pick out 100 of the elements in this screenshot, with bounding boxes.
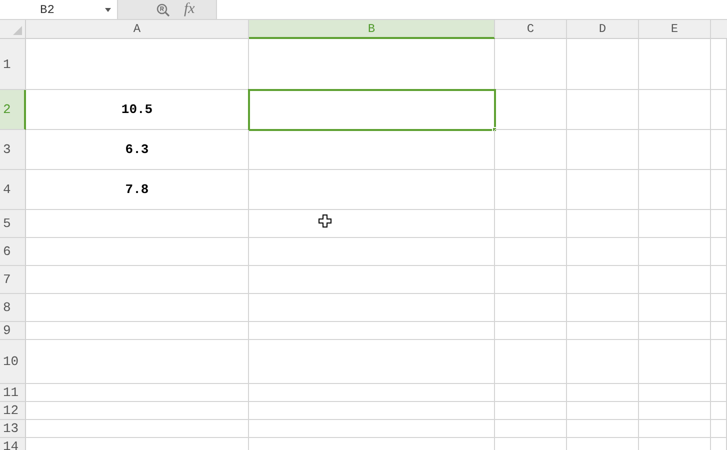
row-header[interactable]: 10 xyxy=(0,340,26,384)
table-cell[interactable] xyxy=(249,402,495,420)
table-cell[interactable] xyxy=(495,170,567,210)
fill-handle[interactable] xyxy=(492,127,497,132)
table-cell[interactable] xyxy=(495,266,567,294)
table-cell[interactable] xyxy=(711,384,727,402)
table-cell[interactable] xyxy=(26,294,249,322)
table-cell[interactable] xyxy=(639,384,711,402)
table-cell[interactable]: 6.3 xyxy=(26,130,249,170)
triangle-icon xyxy=(13,26,22,35)
table-cell[interactable] xyxy=(711,238,727,266)
column-header[interactable] xyxy=(711,20,727,39)
row-header[interactable]: 9 xyxy=(0,322,26,340)
row-header[interactable]: 1 xyxy=(0,39,26,90)
row-header[interactable]: 6 xyxy=(0,238,26,266)
table-cell[interactable] xyxy=(249,322,495,340)
table-cell[interactable] xyxy=(26,402,249,420)
table-cell[interactable] xyxy=(639,420,711,438)
table-cell[interactable] xyxy=(639,238,711,266)
table-cell[interactable] xyxy=(639,322,711,340)
table-cell[interactable] xyxy=(495,39,567,90)
table-cell[interactable] xyxy=(249,384,495,402)
caret-icon xyxy=(105,8,111,12)
table-cell[interactable] xyxy=(249,130,495,170)
table-cell[interactable] xyxy=(495,238,567,266)
table-cell[interactable] xyxy=(249,420,495,438)
table-cell[interactable] xyxy=(711,340,727,384)
table-cell[interactable] xyxy=(711,294,727,322)
table-cell[interactable] xyxy=(567,90,639,130)
table-cell[interactable] xyxy=(495,420,567,438)
table-cell[interactable] xyxy=(639,340,711,384)
row-header[interactable]: 4 xyxy=(0,170,26,210)
table-cell[interactable]: 10.5 xyxy=(26,90,249,130)
row-header[interactable]: 14 xyxy=(0,438,26,450)
table-cell[interactable] xyxy=(567,130,639,170)
table-cell[interactable] xyxy=(495,402,567,420)
table-cell[interactable] xyxy=(639,170,711,210)
table-cell[interactable] xyxy=(249,340,495,384)
table-cell[interactable] xyxy=(495,340,567,384)
table-cell[interactable] xyxy=(711,210,727,238)
table-cell[interactable] xyxy=(567,294,639,322)
table-cell[interactable] xyxy=(567,39,639,90)
table-cell[interactable] xyxy=(495,90,567,130)
table-cell[interactable] xyxy=(26,238,249,266)
table-cell[interactable] xyxy=(639,294,711,322)
table-cell[interactable] xyxy=(711,266,727,294)
table-cell[interactable] xyxy=(711,402,727,420)
function-button[interactable]: fx xyxy=(184,2,195,17)
table-cell[interactable]: 7.8 xyxy=(26,170,249,210)
table-cell[interactable] xyxy=(711,420,727,438)
table-cell[interactable] xyxy=(639,266,711,294)
table-cell[interactable] xyxy=(639,130,711,170)
table-cell[interactable] xyxy=(567,266,639,294)
table-cell[interactable] xyxy=(495,322,567,340)
table-cell[interactable] xyxy=(567,340,639,384)
table-cell[interactable] xyxy=(495,130,567,170)
select-all-corner[interactable] xyxy=(0,20,26,39)
table-cell[interactable] xyxy=(26,266,249,294)
table-cell[interactable] xyxy=(249,90,495,130)
table-cell[interactable] xyxy=(567,384,639,402)
table-cell[interactable] xyxy=(567,170,639,210)
row-header[interactable]: 12 xyxy=(0,402,26,420)
table-cell[interactable] xyxy=(495,384,567,402)
table-cell[interactable] xyxy=(711,39,727,90)
table-cell[interactable] xyxy=(249,238,495,266)
table-cell[interactable] xyxy=(639,402,711,420)
column-header[interactable]: C xyxy=(495,20,567,39)
table-cell[interactable] xyxy=(26,384,249,402)
table-cell[interactable] xyxy=(639,39,711,90)
table-cell[interactable] xyxy=(26,420,249,438)
row-header[interactable]: 11 xyxy=(0,384,26,402)
table-cell[interactable] xyxy=(639,210,711,238)
table-cell[interactable] xyxy=(567,322,639,340)
table-cell[interactable] xyxy=(567,210,639,238)
column-header[interactable]: A xyxy=(26,20,249,39)
column-header[interactable]: E xyxy=(639,20,711,39)
table-cell[interactable] xyxy=(249,266,495,294)
table-cell[interactable] xyxy=(495,210,567,238)
search-icon[interactable] xyxy=(156,2,170,16)
table-cell[interactable] xyxy=(567,402,639,420)
row-header[interactable]: 5 xyxy=(0,210,26,238)
row-header[interactable]: 13 xyxy=(0,420,26,438)
table-cell[interactable] xyxy=(711,322,727,340)
row-header[interactable]: 3 xyxy=(0,130,26,170)
row-header[interactable]: 7 xyxy=(0,266,26,294)
table-cell[interactable] xyxy=(567,420,639,438)
table-cell[interactable] xyxy=(26,340,249,384)
table-cell[interactable] xyxy=(711,90,727,130)
table-cell[interactable] xyxy=(249,294,495,322)
table-cell[interactable] xyxy=(639,90,711,130)
table-cell[interactable] xyxy=(249,170,495,210)
row-header[interactable]: 8 xyxy=(0,294,26,322)
column-header[interactable]: D xyxy=(567,20,639,39)
table-cell[interactable] xyxy=(26,210,249,238)
table-cell[interactable] xyxy=(711,130,727,170)
table-cell[interactable] xyxy=(567,238,639,266)
table-cell[interactable] xyxy=(711,170,727,210)
table-cell[interactable] xyxy=(495,294,567,322)
table-cell[interactable] xyxy=(26,39,249,90)
table-cell[interactable] xyxy=(26,322,249,340)
